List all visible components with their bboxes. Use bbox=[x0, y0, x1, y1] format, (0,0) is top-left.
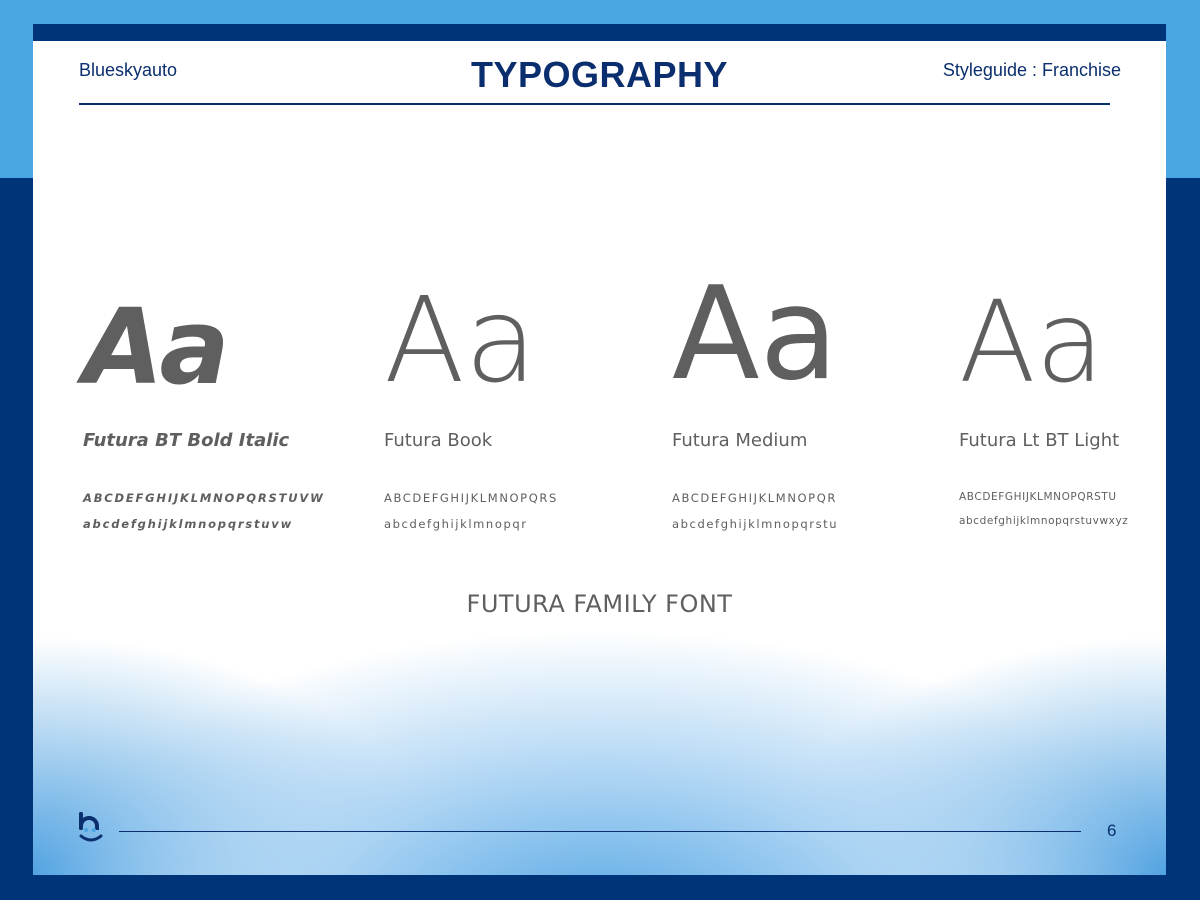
blueskyauto-logo-icon bbox=[79, 812, 103, 842]
page-number: 6 bbox=[1107, 821, 1117, 840]
font-sample-glyphs: Aa bbox=[83, 286, 230, 408]
font-specimen-light: Aa Futura Lt BT Light ABCDEFGHIJKLMNOPQR… bbox=[959, 279, 1166, 527]
page-top-bar bbox=[33, 24, 1166, 41]
font-sample-glyphs: Aa bbox=[672, 260, 838, 409]
font-name: Futura BT Bold Italic bbox=[83, 430, 290, 451]
styleguide-page: Blueskyauto TYPOGRAPHY Styleguide : Fran… bbox=[33, 24, 1166, 875]
lowercase-alphabet: abcdefghijklmnopqrstuvwxyz bbox=[959, 515, 1129, 527]
styleguide-label: Styleguide : Franchise bbox=[942, 60, 1121, 80]
lowercase-alphabet: abcdefghijklmnopqr bbox=[384, 517, 528, 531]
footer-divider bbox=[119, 831, 1081, 832]
font-specimen-book: Aa Futura Book ABCDEFGHIJKLMNOPQRS abcde… bbox=[384, 279, 644, 531]
font-name: Futura Lt BT Light bbox=[959, 430, 1120, 451]
font-name: Futura Medium bbox=[672, 430, 808, 451]
uppercase-alphabet: ABCDEFGHIJKLMNOPQR bbox=[672, 491, 837, 505]
font-family-caption: FUTURA FAMILY FONT bbox=[466, 590, 733, 618]
font-name: Futura Book bbox=[384, 430, 493, 451]
uppercase-alphabet: ABCDEFGHIJKLMNOPQRS bbox=[384, 491, 558, 505]
font-specimen-medium: Aa Futura Medium ABCDEFGHIJKLMNOPQR abcd… bbox=[672, 260, 932, 532]
uppercase-alphabet: ABCDEFGHIJKLMNOPQRSTUVW bbox=[83, 491, 325, 505]
font-sample-glyphs: Aa bbox=[959, 278, 1105, 408]
lowercase-alphabet: abcdefghijklmnopqrstu bbox=[672, 517, 839, 531]
uppercase-alphabet: ABCDEFGHIJKLMNOPQRSTU bbox=[959, 491, 1117, 503]
font-specimen-bold-italic: Aa Futura BT Bold Italic ABCDEFGHIJKLMNO… bbox=[83, 279, 343, 531]
header-divider bbox=[79, 103, 1110, 105]
font-sample-glyphs: Aa bbox=[384, 271, 538, 409]
lowercase-alphabet: abcdefghijklmnopqrstuvw bbox=[83, 517, 293, 531]
